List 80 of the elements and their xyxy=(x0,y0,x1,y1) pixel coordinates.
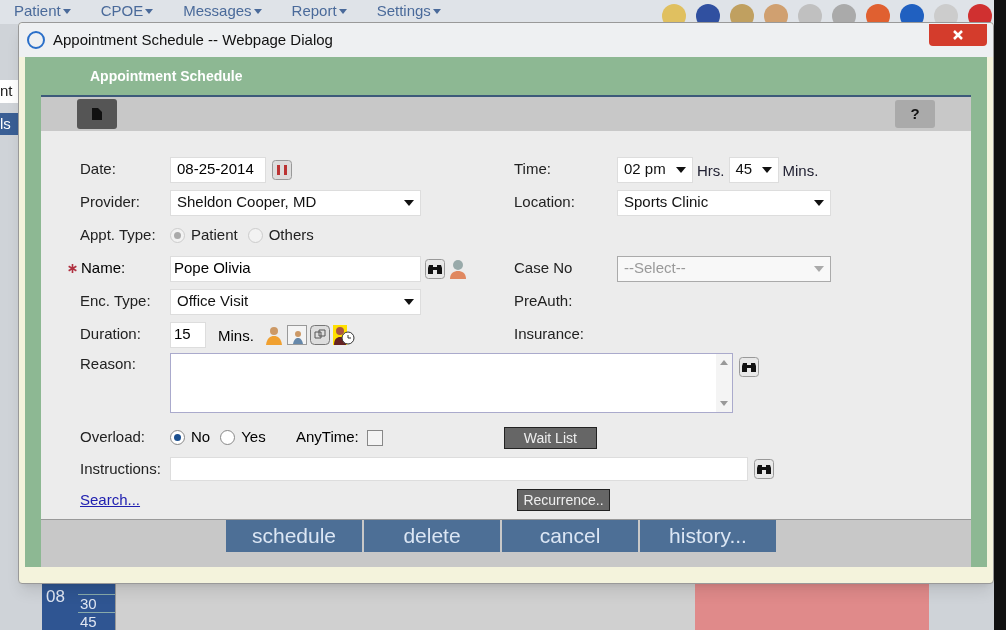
field-label: Appt. Type: xyxy=(80,225,157,246)
sidebar-text: ls xyxy=(0,112,18,135)
encounter-type-select[interactable]: Office Visit xyxy=(170,288,421,315)
wait-list-button[interactable]: Wait List xyxy=(503,426,597,449)
location-select[interactable]: Sports Clinic xyxy=(617,189,831,216)
radio-label: Others xyxy=(268,225,314,246)
caret-icon xyxy=(145,8,154,14)
field-label: Reason: xyxy=(80,354,137,374)
caret-icon xyxy=(676,166,686,173)
instructions-field[interactable] xyxy=(170,457,748,481)
unit-label: Mins. xyxy=(218,326,254,347)
caret-icon xyxy=(814,265,824,272)
field-label: Instructions: xyxy=(80,458,162,479)
caret-icon xyxy=(761,166,772,173)
close-icon xyxy=(953,30,963,40)
caret-icon xyxy=(404,298,414,305)
field-label: Date: xyxy=(80,159,117,180)
binoculars-icon[interactable] xyxy=(754,459,774,479)
radio-label: Patient xyxy=(191,225,238,246)
minute-select[interactable]: 45 xyxy=(728,156,779,183)
hour-select[interactable]: 02 pm xyxy=(617,156,693,183)
radio-label: No xyxy=(191,427,211,448)
field-label: Case No xyxy=(514,258,574,279)
close-button[interactable] xyxy=(929,24,987,46)
field-label: Name: xyxy=(81,258,126,279)
radio-button[interactable] xyxy=(170,430,185,445)
menu-item[interactable]: Settings xyxy=(376,2,431,20)
binoculars-icon[interactable] xyxy=(739,357,759,377)
scroll-up-icon[interactable] xyxy=(720,360,728,365)
scroll-down-icon[interactable] xyxy=(720,401,728,406)
action-button[interactable]: delete xyxy=(364,520,500,552)
reason-textarea[interactable] xyxy=(170,353,733,413)
field-label: Insurance: xyxy=(514,324,586,345)
name-field[interactable]: Pope Olivia xyxy=(170,255,421,282)
field-label: Provider: xyxy=(80,192,142,213)
field-label: Enc. Type: xyxy=(80,291,152,312)
field-label: Location: xyxy=(514,192,576,213)
menu-item[interactable]: CPOE xyxy=(100,2,144,20)
person-icon[interactable] xyxy=(263,324,284,345)
calendar-icon[interactable] xyxy=(272,159,292,180)
scrollbar[interactable] xyxy=(716,354,732,412)
field-label: Overload: xyxy=(80,427,147,448)
caret-icon xyxy=(814,199,824,206)
person-clock-icon[interactable] xyxy=(332,324,355,345)
menu-item[interactable]: Messages xyxy=(183,2,252,20)
caret-icon xyxy=(253,8,262,14)
unit-label: Hrs. xyxy=(697,161,725,182)
search-link[interactable]: Search... xyxy=(80,488,517,512)
caret-icon xyxy=(62,8,71,14)
menu-item[interactable]: Report xyxy=(291,2,337,20)
caret-icon xyxy=(432,8,441,14)
field-label: Duration: xyxy=(80,324,142,345)
hour-cell: 08 xyxy=(42,584,78,630)
browser-icon xyxy=(27,31,45,49)
action-button[interactable]: history... xyxy=(640,520,776,552)
caret-icon xyxy=(338,8,347,14)
person-card-icon[interactable] xyxy=(286,324,307,345)
document-icon xyxy=(92,108,102,120)
recurrence-button[interactable]: Recurrence.. xyxy=(517,489,610,511)
menu-item[interactable]: Patient xyxy=(14,2,61,20)
caret-icon xyxy=(404,199,414,206)
binoculars-icon[interactable] xyxy=(425,258,445,279)
duration-field[interactable]: 15 xyxy=(170,321,206,348)
field-label: AnyTime: xyxy=(296,427,359,448)
provider-select[interactable]: Sheldon Cooper, MD xyxy=(170,189,421,216)
dialog-header: Appointment Schedule xyxy=(90,66,243,86)
date-field[interactable]: 08-25-2014 xyxy=(170,156,266,183)
new-document-button[interactable] xyxy=(77,99,117,129)
unit-label: Mins. xyxy=(782,161,819,182)
radio-label: Yes xyxy=(241,427,266,448)
boxes-icon[interactable] xyxy=(309,324,330,345)
field-label: PreAuth: xyxy=(514,291,574,312)
sidebar-text: nt xyxy=(0,80,18,103)
action-button[interactable]: schedule xyxy=(226,520,362,552)
anytime-checkbox[interactable] xyxy=(366,429,383,446)
action-button[interactable]: cancel xyxy=(502,520,638,552)
help-button[interactable]: ? xyxy=(895,100,935,128)
window-title: Appointment Schedule -- Webpage Dialog xyxy=(53,29,333,50)
field-label: Time: xyxy=(514,159,552,180)
radio-button[interactable] xyxy=(220,430,236,445)
